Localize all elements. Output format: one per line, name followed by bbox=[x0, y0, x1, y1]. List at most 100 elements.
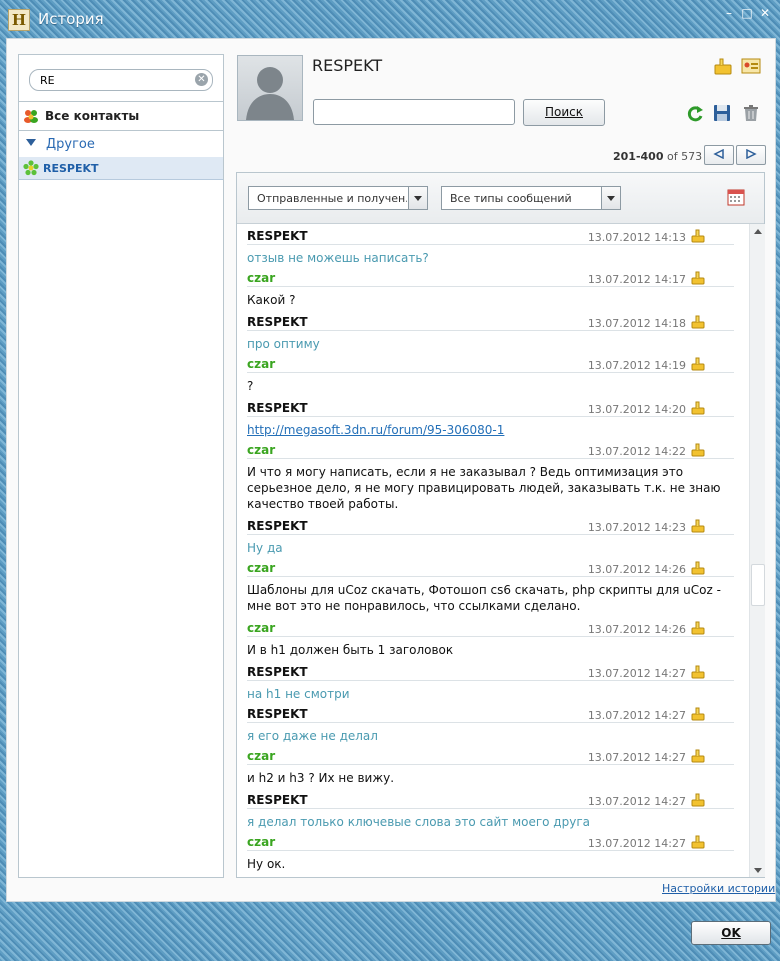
direction-filter-dropdown[interactable]: Отправленные и получен… bbox=[248, 186, 428, 210]
contacts-icon bbox=[24, 110, 38, 123]
minimize-icon[interactable]: – bbox=[722, 6, 736, 20]
thumb-up-icon[interactable] bbox=[690, 791, 706, 807]
thumb-up-icon[interactable] bbox=[690, 517, 706, 533]
message-item: czar 13.07.2012 14:19 ? bbox=[247, 356, 734, 393]
thumb-up-icon[interactable] bbox=[690, 227, 706, 243]
arrow-right-icon bbox=[746, 149, 757, 159]
avatar bbox=[237, 55, 303, 121]
thumb-up-icon[interactable] bbox=[690, 399, 706, 415]
message-item: RESPEKT 13.07.2012 14:27 я его даже не д… bbox=[247, 706, 734, 743]
all-contacts-item[interactable]: Все контакты bbox=[19, 101, 223, 131]
message-header: RESPEKT 13.07.2012 14:18 bbox=[247, 314, 734, 331]
contact-search-box[interactable]: ✕ bbox=[29, 69, 213, 91]
send-message-icon[interactable] bbox=[713, 56, 733, 76]
message-time: 13.07.2012 14:17 bbox=[587, 273, 686, 286]
message-time: 13.07.2012 14:26 bbox=[587, 563, 686, 576]
search-button[interactable]: Поиск bbox=[523, 99, 605, 126]
message-time: 13.07.2012 14:27 bbox=[587, 837, 686, 850]
message-time: 13.07.2012 14:26 bbox=[587, 623, 686, 636]
thumb-up-icon[interactable] bbox=[690, 441, 706, 457]
message-item: RESPEKT 13.07.2012 14:20 http://megasoft… bbox=[247, 399, 734, 437]
message-sender: RESPEKT bbox=[247, 665, 308, 679]
maximize-icon[interactable]: □ bbox=[740, 6, 754, 20]
message-time: 13.07.2012 14:27 bbox=[587, 709, 686, 722]
message-header: czar 13.07.2012 14:22 bbox=[247, 442, 734, 459]
thumb-up-icon[interactable] bbox=[690, 747, 706, 763]
message-time: 13.07.2012 14:22 bbox=[587, 445, 686, 458]
message-header: RESPEKT 13.07.2012 14:27 bbox=[247, 664, 734, 681]
message-text: Ну ок. bbox=[247, 857, 286, 871]
thumb-up-icon[interactable] bbox=[690, 705, 706, 721]
history-settings-link[interactable]: Настройки истории bbox=[662, 882, 775, 895]
history-search-input[interactable] bbox=[318, 102, 512, 124]
calendar-icon[interactable] bbox=[727, 188, 745, 206]
message-time: 13.07.2012 14:23 bbox=[587, 521, 686, 534]
contacts-panel: ✕ Все контакты Другое RESPEKT bbox=[18, 54, 224, 878]
message-text: и h2 и h3 ? Их не вижу. bbox=[247, 771, 395, 785]
scroll-up-icon[interactable] bbox=[750, 224, 765, 238]
collapse-arrow-icon[interactable] bbox=[26, 139, 36, 146]
message-header: czar 13.07.2012 14:27 bbox=[247, 748, 734, 765]
contact-search-input[interactable] bbox=[38, 72, 192, 89]
thumb-up-icon[interactable] bbox=[690, 355, 706, 371]
message-sender: czar bbox=[247, 749, 276, 763]
scroll-thumb[interactable] bbox=[751, 564, 765, 606]
message-time: 13.07.2012 14:20 bbox=[587, 403, 686, 416]
message-item: RESPEKT 13.07.2012 14:18 про оптиму bbox=[247, 314, 734, 351]
message-item: RESPEKT 13.07.2012 14:27 я делал только … bbox=[247, 791, 734, 829]
message-scrollbar[interactable] bbox=[749, 224, 765, 877]
window-title: История bbox=[38, 10, 104, 28]
thumb-up-icon[interactable] bbox=[690, 269, 706, 285]
message-sender: czar bbox=[247, 271, 276, 285]
group-label: Другое bbox=[46, 137, 95, 152]
thumb-up-icon[interactable] bbox=[690, 559, 706, 575]
message-link[interactable]: http://megasoft.3dn.ru/forum/95-306080-1 bbox=[247, 422, 734, 438]
avatar-silhouette-icon bbox=[246, 67, 294, 120]
previous-page-button[interactable] bbox=[704, 145, 734, 165]
pager-range: 201-400 bbox=[613, 150, 664, 163]
message-sender: RESPEKT bbox=[247, 229, 308, 243]
chevron-down-icon[interactable] bbox=[601, 187, 620, 209]
type-filter-dropdown[interactable]: Все типы сообщений bbox=[441, 186, 621, 210]
group-header-other[interactable]: Другое bbox=[19, 132, 223, 156]
message-text: я его даже не делал bbox=[247, 729, 378, 743]
message-sender: RESPEKT bbox=[247, 519, 308, 533]
clear-search-icon[interactable]: ✕ bbox=[195, 73, 208, 86]
message-sender: RESPEKT bbox=[247, 707, 308, 721]
ok-button[interactable]: OK bbox=[691, 921, 771, 945]
message-time: 13.07.2012 14:27 bbox=[587, 795, 686, 808]
thumb-up-icon[interactable] bbox=[690, 619, 706, 635]
thumb-up-icon[interactable] bbox=[690, 833, 706, 849]
message-text: И что я могу написать, если я не заказыв… bbox=[247, 465, 721, 511]
message-header: RESPEKT 13.07.2012 14:27 bbox=[247, 706, 734, 723]
contact-card-icon[interactable] bbox=[741, 56, 761, 76]
message-sender: czar bbox=[247, 561, 276, 575]
message-item: czar 13.07.2012 14:26 И в h1 должен быть… bbox=[247, 619, 734, 657]
message-text: И в h1 должен быть 1 заголовок bbox=[247, 643, 454, 657]
trash-icon[interactable] bbox=[741, 103, 761, 123]
contact-name: RESPEKT bbox=[312, 56, 383, 75]
scroll-down-icon[interactable] bbox=[750, 863, 765, 877]
message-time: 13.07.2012 14:27 bbox=[587, 667, 686, 680]
message-sender: RESPEKT bbox=[247, 401, 308, 415]
message-header: czar 13.07.2012 14:17 bbox=[247, 270, 734, 287]
next-page-button[interactable] bbox=[736, 145, 766, 165]
contact-item-respekt[interactable]: RESPEKT bbox=[19, 157, 223, 180]
contact-label: RESPEKT bbox=[43, 162, 99, 175]
message-text: Шаблоны для uCoz скачать, Фотошоп cs6 ск… bbox=[247, 583, 721, 613]
type-filter-value: Все типы сообщений bbox=[450, 192, 572, 205]
thumb-up-icon[interactable] bbox=[690, 313, 706, 329]
all-contacts-label: Все контакты bbox=[45, 109, 140, 123]
thumb-up-icon[interactable] bbox=[690, 663, 706, 679]
title-bar: H История – □ ✕ bbox=[0, 0, 780, 38]
message-item: czar 13.07.2012 14:17 Какой ? bbox=[247, 270, 734, 307]
message-header: czar 13.07.2012 14:19 bbox=[247, 356, 734, 373]
save-icon[interactable] bbox=[712, 103, 732, 123]
chevron-down-icon[interactable] bbox=[408, 187, 427, 209]
history-search-field[interactable] bbox=[313, 99, 515, 125]
refresh-icon[interactable] bbox=[685, 104, 705, 124]
message-header: RESPEKT 13.07.2012 14:23 bbox=[247, 518, 734, 535]
close-icon[interactable]: ✕ bbox=[758, 6, 772, 20]
message-list[interactable]: RESPEKT 13.07.2012 14:13 отзыв не можешь… bbox=[237, 224, 749, 876]
message-item: RESPEKT 13.07.2012 14:23 Ну да bbox=[247, 518, 734, 555]
